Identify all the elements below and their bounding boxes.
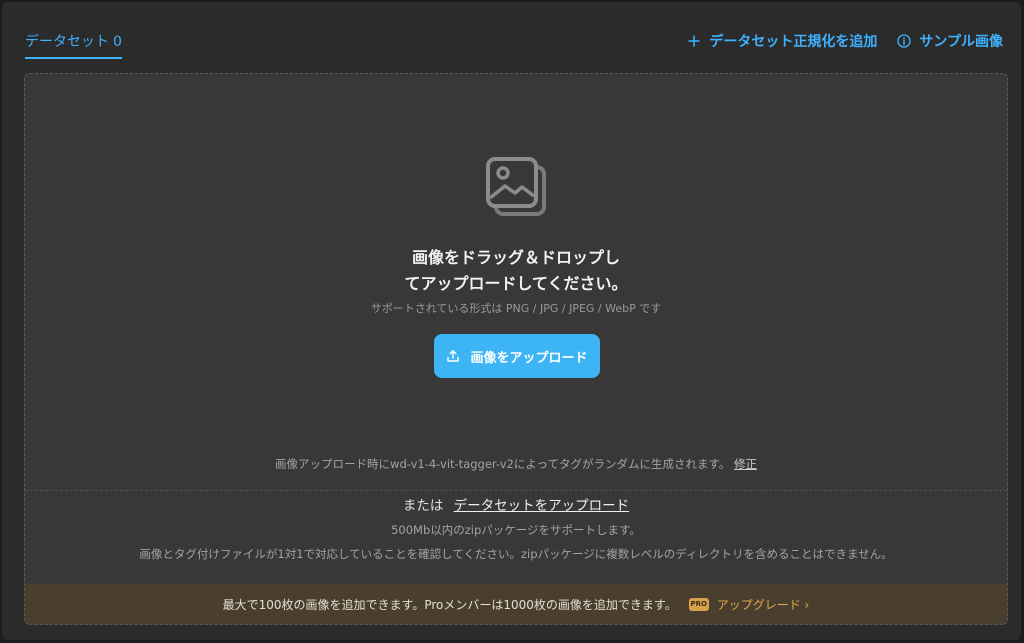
limit-banner-text: 最大で100枚の画像を追加できます。Proメンバーは1000枚の画像を追加できま… (222, 597, 677, 612)
upload-icon (447, 350, 460, 362)
supported-formats-text: サポートされている形式は PNG / JPG / JPEG / WebP です (370, 302, 662, 315)
upgrade-link[interactable]: アップグレード › (717, 596, 810, 613)
tab-dataset-count: 0 (113, 34, 122, 50)
zip-structure-note: 画像とタグ付けファイルが1対1で対応していることを確認してください。zipパッケ… (139, 547, 893, 561)
limit-banner: 最大で100枚の画像を追加できます。Proメンバーは1000枚の画像を追加できま… (25, 584, 1007, 624)
plus-icon (688, 35, 701, 47)
header-actions: データセット正規化を追加 サンプル画像 (687, 31, 1003, 51)
sample-images-button[interactable]: サンプル画像 (897, 31, 1003, 51)
pro-badge: PRO (688, 597, 709, 611)
tagger-note: 画像アップロード時にwd-v1-4-vit-tagger-v2によってタグがラン… (25, 456, 1007, 472)
add-regularization-button[interactable]: データセット正規化を追加 (687, 31, 877, 51)
image-dropzone[interactable]: 画像をドラッグ＆ドロップし てアップロードしてください。 サポートされている形式… (24, 73, 1008, 625)
upload-dataset-link[interactable]: データセットをアップロード (454, 498, 630, 514)
dropzone-title-line1: 画像をドラッグ＆ドロップし (411, 248, 620, 267)
dropzone-title-line2: てアップロードしてください。 (404, 274, 628, 293)
image-stack-icon (486, 157, 546, 216)
dataset-panel: データセット 0 データセット正規化を追加 サンプル画像 画像をドラッグ＆ドロップ… (2, 2, 1021, 640)
tab-dataset[interactable]: データセット 0 (25, 31, 122, 59)
or-label: または (402, 498, 444, 514)
upload-dataset-row: または データセットをアップロード (25, 494, 1007, 514)
tab-dataset-label: データセット (25, 34, 109, 50)
tagger-edit-link[interactable]: 修正 (734, 457, 757, 471)
upload-images-button[interactable]: 画像をアップロード (434, 334, 600, 378)
tagger-note-text: 画像アップロード時にwd-v1-4-vit-tagger-v2によってタグがラン… (275, 457, 731, 471)
upload-images-label: 画像をアップロード (470, 350, 588, 366)
dropzone-divider (25, 490, 1007, 491)
info-circle-icon (897, 34, 912, 48)
zip-size-note: 500Mb以内のzipパッケージをサポートします。 (391, 523, 641, 537)
add-regularization-label: データセット正規化を追加 (709, 34, 878, 50)
sample-images-label: サンプル画像 (919, 34, 1003, 50)
